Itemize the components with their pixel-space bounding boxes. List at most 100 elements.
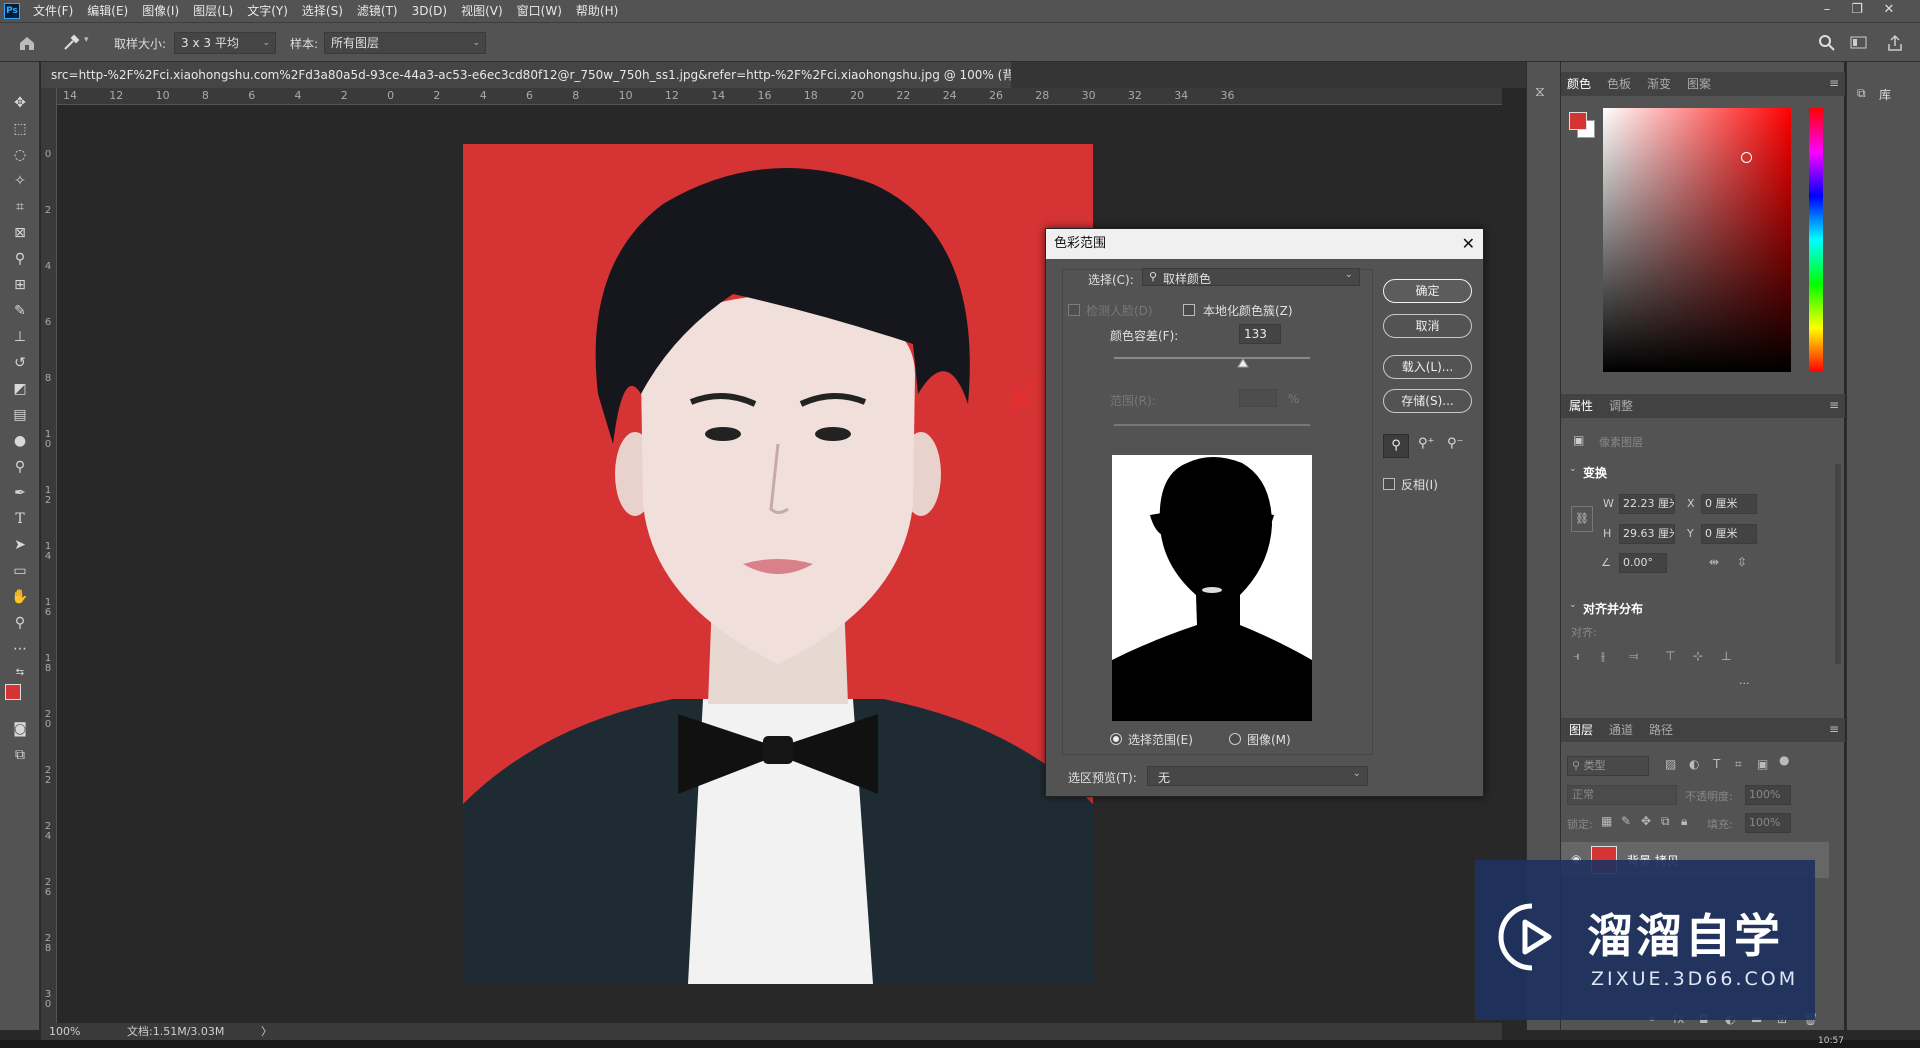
gradient-tool-icon[interactable]: ▤ xyxy=(8,404,32,426)
tab-color[interactable]: 颜色 xyxy=(1567,72,1591,96)
dodge-tool-icon[interactable]: ⚲ xyxy=(8,456,32,478)
panel-menu-icon[interactable]: ≡ xyxy=(1829,76,1839,90)
brush-tool-icon[interactable]: ✎ xyxy=(8,300,32,322)
history-panel-icon[interactable]: ⧖ xyxy=(1535,84,1545,100)
photoshop-logo-icon[interactable]: Ps xyxy=(4,3,20,19)
menu-edit[interactable]: 编辑(E) xyxy=(80,0,135,22)
lasso-tool-icon[interactable]: ◌ xyxy=(8,144,32,166)
lock-paint-icon[interactable]: ✎ xyxy=(1621,814,1631,828)
color-picker-cursor[interactable] xyxy=(1741,152,1752,163)
frame-tool-icon[interactable]: ⊠ xyxy=(8,222,32,244)
invert-checkbox[interactable] xyxy=(1383,478,1395,490)
panel-menu-icon[interactable]: ≡ xyxy=(1829,722,1839,736)
sample-size-select[interactable]: 3 x 3 平均 ⌄ xyxy=(174,32,276,54)
dialog-title-bar[interactable]: 色彩范围 ✕ xyxy=(1046,229,1483,259)
menu-3d[interactable]: 3D(D) xyxy=(405,0,454,22)
share-icon[interactable] xyxy=(1886,34,1904,52)
workspace-icon[interactable] xyxy=(1850,35,1868,51)
align-top-icon[interactable]: ⊤ xyxy=(1665,649,1675,663)
hue-slider[interactable] xyxy=(1809,108,1823,372)
opacity-field[interactable]: 100% xyxy=(1745,785,1791,805)
menu-view[interactable]: 视图(V) xyxy=(454,0,510,22)
eyedropper-plus-icon[interactable]: ⚲⁺ xyxy=(1418,436,1434,451)
tool-preset-chevron-icon[interactable]: ▾ xyxy=(84,35,89,45)
screen-mode-icon[interactable]: ⧉ xyxy=(8,744,32,766)
hand-tool-icon[interactable]: ✋ xyxy=(8,586,32,608)
menu-file[interactable]: 文件(F) xyxy=(26,0,80,22)
blur-tool-icon[interactable]: ● xyxy=(8,430,32,452)
menu-help[interactable]: 帮助(H) xyxy=(569,0,625,22)
tab-patterns[interactable]: 图案 xyxy=(1687,72,1711,96)
minimize-button[interactable]: – xyxy=(1814,0,1840,22)
collapse-chevron-icon[interactable]: ⌄ xyxy=(1569,464,1577,474)
tab-properties[interactable]: 属性 xyxy=(1569,394,1593,418)
foreground-color-swatch[interactable] xyxy=(5,684,21,700)
zoom-tool-icon[interactable]: ⚲ xyxy=(8,612,32,634)
filter-shape-icon[interactable]: ⌗ xyxy=(1735,757,1742,772)
load-button[interactable]: 载入(L)... xyxy=(1383,355,1472,379)
filter-toggle-icon[interactable]: ● xyxy=(1779,753,1789,767)
pen-tool-icon[interactable]: ✒ xyxy=(8,482,32,504)
eraser-tool-icon[interactable]: ◩ xyxy=(8,378,32,400)
align-left-icon[interactable]: ⫣ xyxy=(1573,649,1580,664)
lock-transparent-icon[interactable]: ▦ xyxy=(1601,814,1612,828)
y-field[interactable]: 0 厘米 xyxy=(1701,524,1757,544)
x-field[interactable]: 0 厘米 xyxy=(1701,494,1757,514)
quick-mask-icon[interactable]: ◙ xyxy=(8,718,32,740)
flip-horizontal-icon[interactable]: ⇹ xyxy=(1709,555,1719,569)
zoom-level[interactable]: 100% xyxy=(49,1023,80,1040)
menu-filter[interactable]: 滤镜(T) xyxy=(350,0,405,22)
cancel-button[interactable]: 取消 xyxy=(1383,314,1472,338)
fuzziness-slider[interactable] xyxy=(1114,357,1310,359)
ok-button[interactable]: 确定 xyxy=(1383,279,1472,303)
document-image[interactable] xyxy=(463,144,1093,984)
localized-color-clusters-checkbox[interactable] xyxy=(1183,304,1195,316)
status-menu-arrow-icon[interactable]: 〉 xyxy=(261,1023,272,1040)
path-selection-icon[interactable]: ➤ xyxy=(8,534,32,556)
selection-radio[interactable] xyxy=(1110,733,1122,745)
panel-menu-icon[interactable]: ≡ xyxy=(1829,398,1839,412)
eyedropper-minus-icon[interactable]: ⚲⁻ xyxy=(1447,436,1463,451)
image-radio[interactable] xyxy=(1229,733,1241,745)
marquee-tool-icon[interactable]: ⬚ xyxy=(8,118,32,140)
selection-preview-select[interactable]: 无 ⌄ xyxy=(1147,766,1368,786)
menu-window[interactable]: 窗口(W) xyxy=(510,0,569,22)
menu-type[interactable]: 文字(Y) xyxy=(240,0,295,22)
save-button[interactable]: 存储(S)... xyxy=(1383,389,1472,413)
move-tool-icon[interactable]: ✥ xyxy=(8,92,32,114)
sample-select[interactable]: 所有图层 ⌄ xyxy=(324,32,486,54)
rectangle-tool-icon[interactable]: ▭ xyxy=(8,560,32,582)
lock-artboard-icon[interactable]: ⧉ xyxy=(1661,814,1670,829)
restore-button[interactable]: ❐ xyxy=(1844,0,1870,22)
close-window-button[interactable]: ✕ xyxy=(1876,0,1902,22)
align-bottom-icon[interactable]: ⊥ xyxy=(1721,649,1731,663)
tab-layers[interactable]: 图层 xyxy=(1569,718,1593,742)
fuzziness-slider-thumb[interactable] xyxy=(1237,358,1250,368)
home-icon[interactable] xyxy=(18,35,36,51)
align-center-h-icon[interactable]: ⫲ xyxy=(1601,649,1605,664)
tab-channels[interactable]: 通道 xyxy=(1609,718,1633,742)
select-dropdown[interactable]: ⚲ 取样颜色 ⌄ xyxy=(1142,268,1360,286)
color-saturation-field[interactable] xyxy=(1603,108,1791,372)
history-brush-icon[interactable]: ↺ xyxy=(8,352,32,374)
filter-pixel-icon[interactable]: ▨ xyxy=(1665,757,1676,771)
eyedropper-icon[interactable]: ⚲ xyxy=(1383,434,1409,458)
clone-stamp-icon[interactable]: ⊥ xyxy=(8,326,32,348)
tab-paths[interactable]: 路径 xyxy=(1649,718,1673,742)
swap-colors-icon[interactable]: ⇆ xyxy=(8,662,32,684)
tab-swatches[interactable]: 色板 xyxy=(1607,72,1631,96)
angle-field[interactable]: 0.00° xyxy=(1619,553,1667,573)
collapse-chevron-icon[interactable]: ⌄ xyxy=(1569,600,1577,610)
menu-image[interactable]: 图像(I) xyxy=(135,0,186,22)
width-field[interactable]: 22.23 厘米 xyxy=(1619,494,1675,514)
menu-select[interactable]: 选择(S) xyxy=(295,0,350,22)
libraries-icon[interactable]: ⧉ xyxy=(1857,86,1866,101)
healing-brush-icon[interactable]: ⊞ xyxy=(8,274,32,296)
align-center-v-icon[interactable]: ⊹ xyxy=(1693,649,1703,663)
filter-smart-object-icon[interactable]: ▣ xyxy=(1757,757,1768,771)
more-options-icon[interactable]: ... xyxy=(1739,674,1750,687)
eyedropper-icon[interactable]: ⚲ xyxy=(8,248,32,270)
more-tools-icon[interactable]: ⋯ xyxy=(8,638,32,660)
document-tab[interactable]: src=http-%2F%2Fci.xiaohongshu.com%2Fd3a8… xyxy=(41,62,1011,88)
filter-adjustment-icon[interactable]: ◐ xyxy=(1689,757,1699,771)
